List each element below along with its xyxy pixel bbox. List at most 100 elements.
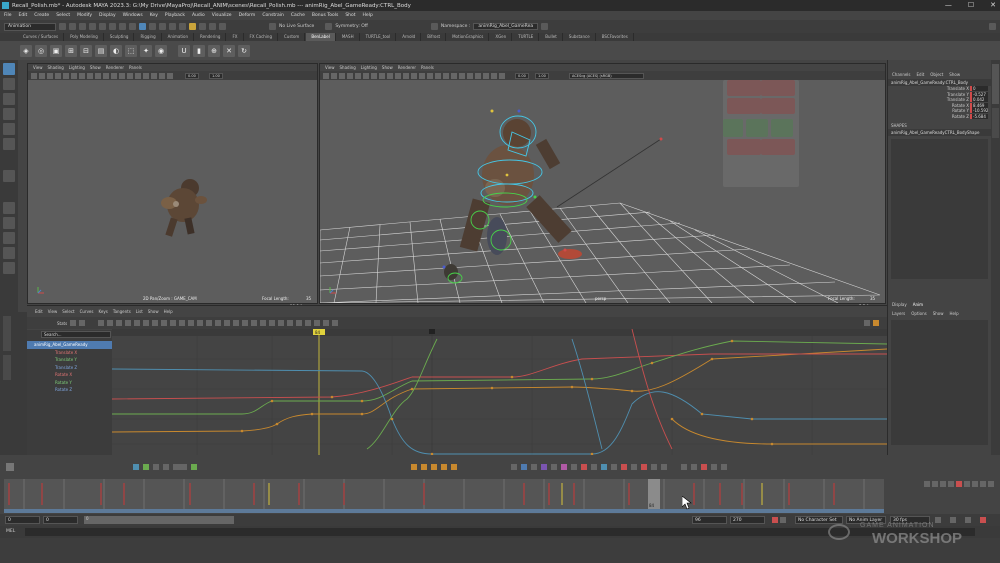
symmetry-icon[interactable] <box>325 23 333 30</box>
smooth-shade-icon[interactable] <box>119 72 125 79</box>
lasso-tool-icon[interactable] <box>3 78 15 90</box>
shelf-tab[interactable]: Bifrost <box>422 33 447 41</box>
viewport-menu-renderer[interactable]: Renderer <box>398 65 416 70</box>
tool-icon[interactable] <box>591 464 597 470</box>
plateau-tangent-icon[interactable] <box>224 320 231 326</box>
minimize-button[interactable]: — <box>945 1 952 9</box>
swap-buffer-icon[interactable] <box>278 320 285 326</box>
select-tool-icon[interactable] <box>3 63 15 75</box>
menu-display[interactable]: Display <box>99 13 116 18</box>
menu-modify[interactable]: Modify <box>77 13 92 18</box>
tab-anim[interactable]: Anim <box>913 302 923 307</box>
layer-menu-layers[interactable]: Layers <box>892 311 905 316</box>
shelf-tool-icon[interactable]: ◈ <box>20 44 32 57</box>
graph-editor-side-tab[interactable] <box>3 355 11 380</box>
range-slider-bar[interactable]: 0 <box>84 516 234 524</box>
tool-icon[interactable] <box>701 464 707 470</box>
range-end-field[interactable]: 96 <box>692 516 727 524</box>
menu-audio[interactable]: Audio <box>192 13 205 18</box>
dof-icon[interactable] <box>483 72 489 79</box>
namespace-menu-icon[interactable] <box>541 23 549 30</box>
two-layout-icon[interactable] <box>3 232 15 244</box>
shelf-tab[interactable]: Rendering <box>195 33 227 41</box>
tool-icon[interactable] <box>601 464 607 470</box>
viewport-right[interactable]: View Shading Lighting Show Renderer Pane… <box>319 63 886 309</box>
shelf-tab[interactable]: TURTLE <box>513 33 540 41</box>
snap-grid-icon[interactable] <box>139 23 146 30</box>
add-key-icon[interactable] <box>133 464 139 470</box>
shelf-tab[interactable]: FX Caching <box>245 33 278 41</box>
menu-edit[interactable]: Edit <box>19 13 28 18</box>
tool-icon[interactable] <box>711 464 717 470</box>
safe-action-icon[interactable] <box>103 72 109 79</box>
channel-value[interactable]: -0.527 <box>970 91 988 97</box>
go-to-end-icon[interactable] <box>988 481 994 487</box>
command-language-toggle[interactable]: MEL <box>6 529 15 534</box>
toggle-channel-box-icon[interactable] <box>989 23 996 30</box>
snap-curve-icon[interactable] <box>149 23 156 30</box>
unify-tangent-icon[interactable] <box>242 320 249 326</box>
xray-icon[interactable] <box>167 72 173 79</box>
close-button[interactable]: ✕ <box>990 1 996 9</box>
gamma-field[interactable]: 1.00 <box>535 72 549 79</box>
free-weight-icon[interactable] <box>251 320 258 326</box>
bookmark-icon[interactable] <box>47 72 53 79</box>
channel-value[interactable]: -5.684 <box>970 113 988 119</box>
move-key-icon[interactable] <box>98 320 105 326</box>
stats-field[interactable] <box>70 320 77 326</box>
tangent-curve-icon[interactable] <box>421 464 427 470</box>
tool-icon[interactable] <box>571 464 577 470</box>
shelf-tab[interactable]: Poly Modeling <box>65 33 104 41</box>
ao-icon[interactable] <box>443 72 449 79</box>
history-icon[interactable] <box>179 23 186 30</box>
lock-weight-icon[interactable] <box>260 320 267 326</box>
exposure-field[interactable]: 0.00 <box>515 72 529 79</box>
step-back-frame-icon[interactable] <box>940 481 946 487</box>
camera-icon[interactable] <box>323 72 329 79</box>
channel-value[interactable]: 8.469 <box>970 102 988 108</box>
search-icon[interactable] <box>721 464 727 470</box>
shelf-tab[interactable]: Sculpting <box>105 33 135 41</box>
outliner-attribute[interactable]: Translate X <box>27 349 112 357</box>
shelf-tool-icon[interactable]: ◎ <box>35 44 47 57</box>
save-scene-icon[interactable] <box>79 23 86 30</box>
tangent-curve-icon[interactable] <box>451 464 457 470</box>
auto-key-icon[interactable] <box>772 517 778 523</box>
select-component-icon[interactable] <box>129 23 136 30</box>
tool-icon[interactable] <box>691 464 697 470</box>
key-settings-icon[interactable] <box>780 517 786 523</box>
menu-playback[interactable]: Playback <box>165 13 185 18</box>
snap-plane-icon[interactable] <box>169 23 176 30</box>
textured-icon[interactable] <box>127 72 133 79</box>
graph-menu-select[interactable]: Select <box>62 309 74 314</box>
viewport-menu-panels[interactable]: Panels <box>421 65 434 70</box>
graph-menu-show[interactable]: Show <box>148 309 159 314</box>
object-name[interactable]: animRig_Abel_GameReady:CTRL_Body <box>888 79 991 86</box>
shelf-tool-icon[interactable]: ▤ <box>95 44 107 57</box>
nudge-field-icon[interactable] <box>173 464 187 470</box>
viewport-menu-show[interactable]: Show <box>382 65 393 70</box>
shelf-tab[interactable]: FX <box>227 33 244 41</box>
lights-icon[interactable] <box>427 72 433 79</box>
outliner-attribute[interactable]: Translate Z <box>27 364 112 372</box>
shadows-icon[interactable] <box>143 72 149 79</box>
key-tool-icon[interactable] <box>153 464 159 470</box>
menu-cache[interactable]: Cache <box>291 13 305 18</box>
rotate-tool-icon[interactable] <box>3 123 15 135</box>
menu-deform[interactable]: Deform <box>239 13 256 18</box>
shape-name[interactable]: animRig_Abel_GameReadyCTRL_BodyShape <box>888 129 991 136</box>
shelf-tab[interactable]: Substance <box>564 33 596 41</box>
region-icon[interactable] <box>125 320 132 326</box>
outliner-attribute[interactable]: Rotate Z <box>27 386 112 394</box>
layout-icon[interactable] <box>3 247 15 259</box>
linear-tangent-icon[interactable] <box>197 320 204 326</box>
channel-value[interactable]: 0.042 <box>970 97 988 103</box>
frame-all-icon[interactable] <box>143 320 150 326</box>
step-back-key-icon[interactable] <box>932 481 938 487</box>
shelf-tab[interactable]: XGen <box>490 33 513 41</box>
shelf-tool-icon[interactable]: ✦ <box>140 44 152 57</box>
menu-set-dropdown[interactable]: Animation <box>4 22 56 31</box>
wireframe-icon[interactable] <box>403 72 409 79</box>
tool-icon[interactable] <box>631 464 637 470</box>
menu-create[interactable]: Create <box>34 13 49 18</box>
